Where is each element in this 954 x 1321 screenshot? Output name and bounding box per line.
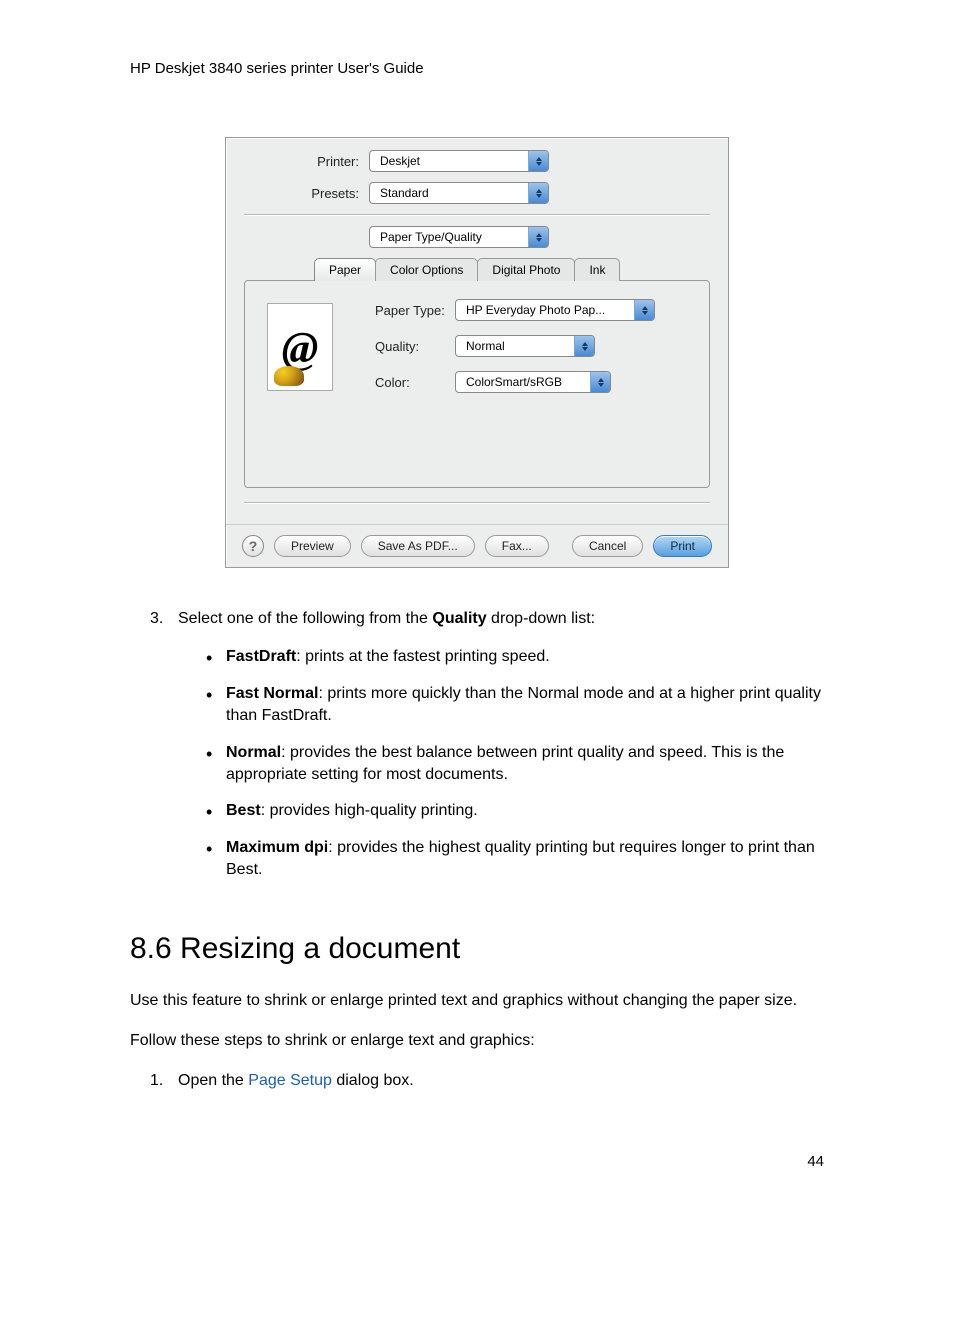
step-text-a: Select one of the following from the <box>178 610 432 627</box>
bullet-bold: Fast Normal <box>226 685 318 702</box>
bullet-fastnormal: Fast Normal: prints more quickly than th… <box>206 683 824 728</box>
section-p2: Follow these steps to shrink or enlarge … <box>130 1030 824 1052</box>
presets-row: Presets: Standard <box>244 182 710 204</box>
step-number: 1. <box>150 1070 178 1092</box>
presets-select[interactable]: Standard <box>369 182 549 204</box>
preview-thumbnail: @ <box>267 303 333 391</box>
paper-tab-pane: @ Paper Type: HP Everyday Photo Pap... Q… <box>244 280 710 488</box>
presets-label: Presets: <box>244 186 369 201</box>
section-p1: Use this feature to shrink or enlarge pr… <box>130 990 824 1012</box>
cancel-button[interactable]: Cancel <box>572 535 643 557</box>
step-text-bold: Quality <box>432 610 486 627</box>
color-select[interactable]: ColorSmart/sRGB <box>455 371 611 393</box>
dropdown-arrows-icon <box>574 336 594 356</box>
tab-ink[interactable]: Ink <box>574 258 620 281</box>
page-setup-link[interactable]: Page Setup <box>248 1072 332 1089</box>
panel-row: Paper Type/Quality <box>244 226 710 248</box>
bullet-best: Best: provides high-quality printing. <box>206 800 824 822</box>
bullet-normal: Normal: provides the best balance betwee… <box>206 742 824 787</box>
bullet-fastdraft: FastDraft: prints at the fastest printin… <box>206 646 824 668</box>
save-as-pdf-button[interactable]: Save As PDF... <box>361 535 475 557</box>
color-value: ColorSmart/sRGB <box>456 375 590 389</box>
panel-value: Paper Type/Quality <box>370 230 528 244</box>
page-header: HP Deskjet 3840 series printer User's Gu… <box>130 60 824 77</box>
bullet-bold: Best <box>226 802 261 819</box>
divider <box>244 214 710 216</box>
tab-paper[interactable]: Paper <box>314 258 376 281</box>
quality-label: Quality: <box>375 339 455 354</box>
color-label: Color: <box>375 375 455 390</box>
quality-select[interactable]: Normal <box>455 335 595 357</box>
bullet-text: : provides the best balance between prin… <box>226 744 784 783</box>
printer-label: Printer: <box>244 154 369 169</box>
tab-bar: Paper Color Options Digital Photo Ink <box>314 258 710 281</box>
step-text-b: drop-down list: <box>487 610 596 627</box>
tab-color-options[interactable]: Color Options <box>375 258 478 281</box>
step-1: 1. Open the Page Setup dialog box. <box>150 1070 824 1092</box>
dropdown-arrows-icon <box>634 300 654 320</box>
paper-type-select[interactable]: HP Everyday Photo Pap... <box>455 299 655 321</box>
thumbnail-flower-icon <box>274 366 304 386</box>
section-heading: 8.6 Resizing a document <box>130 928 824 970</box>
step-3: 3. Select one of the following from the … <box>150 608 824 896</box>
bullet-text: : provides high-quality printing. <box>261 802 478 819</box>
bullet-text: : prints at the fastest printing speed. <box>296 648 549 665</box>
bullet-bold: Maximum dpi <box>226 839 328 856</box>
presets-value: Standard <box>370 186 528 200</box>
divider <box>244 502 710 504</box>
step1-text-a: Open the <box>178 1072 248 1089</box>
print-button[interactable]: Print <box>653 535 712 557</box>
panel-select[interactable]: Paper Type/Quality <box>369 226 549 248</box>
paper-type-label: Paper Type: <box>375 303 455 318</box>
step-number: 3. <box>150 608 178 896</box>
thumbnail-at-icon: @ <box>282 322 319 373</box>
printer-value: Deskjet <box>370 154 528 168</box>
printer-select[interactable]: Deskjet <box>369 150 549 172</box>
bullet-maxdpi: Maximum dpi: provides the highest qualit… <box>206 837 824 882</box>
quality-value: Normal <box>456 339 574 353</box>
tab-digital-photo[interactable]: Digital Photo <box>477 258 575 281</box>
print-dialog: Printer: Deskjet Presets: Standard Paper… <box>225 137 729 568</box>
fax-button[interactable]: Fax... <box>485 535 549 557</box>
bullet-bold: Normal <box>226 744 281 761</box>
dialog-button-bar: ? Preview Save As PDF... Fax... Cancel P… <box>226 524 728 567</box>
page-number: 44 <box>130 1153 824 1170</box>
step1-text-b: dialog box. <box>332 1072 414 1089</box>
dropdown-arrows-icon <box>528 183 548 203</box>
printer-row: Printer: Deskjet <box>244 150 710 172</box>
dropdown-arrows-icon <box>528 151 548 171</box>
dropdown-arrows-icon <box>590 372 610 392</box>
dropdown-arrows-icon <box>528 227 548 247</box>
help-button[interactable]: ? <box>242 535 264 557</box>
bullet-bold: FastDraft <box>226 648 296 665</box>
preview-button[interactable]: Preview <box>274 535 351 557</box>
paper-type-value: HP Everyday Photo Pap... <box>456 303 634 317</box>
